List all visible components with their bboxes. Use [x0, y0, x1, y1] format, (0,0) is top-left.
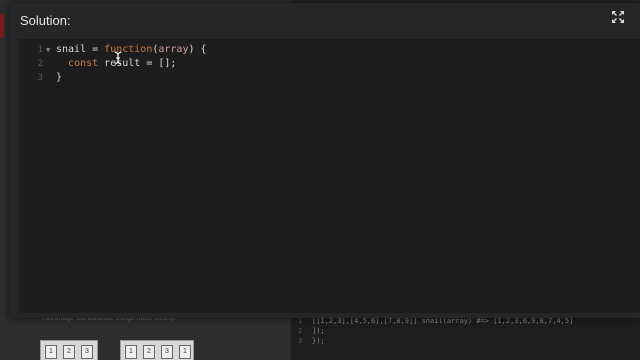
- code-token-param: array: [158, 44, 189, 55]
- code-text: [[1,2,3],[4,5,6],[7,8,9]] snail(array) #…: [312, 317, 574, 325]
- code-text: });: [312, 337, 325, 345]
- diagram-cell: 2: [63, 345, 75, 360]
- line-number: 3: [298, 337, 303, 345]
- solution-modal: Solution: 1 ▼ snail = function(array) { 2 c…: [9, 3, 640, 318]
- background-diagram-a: 123: [40, 340, 98, 360]
- code-line[interactable]: 3}: [19, 71, 640, 85]
- code-token-plain: }: [56, 72, 63, 83]
- diagram-cell: 3: [81, 345, 93, 360]
- code-text: }: [56, 71, 62, 85]
- diagram-cell: 1: [179, 345, 191, 360]
- expand-arrows-icon[interactable]: [611, 10, 625, 24]
- background-diagram-b: 1231: [120, 340, 194, 360]
- code-token-plain: ) {: [188, 44, 207, 55]
- code-token-kw: const: [68, 58, 99, 69]
- text-cursor-icon: [113, 51, 123, 65]
- fold-arrow-icon[interactable]: ▼: [46, 43, 50, 57]
- line-number: 2: [37, 59, 43, 69]
- code-token-plain: result = [];: [98, 58, 177, 69]
- line-number: 1: [298, 317, 303, 325]
- diagram-cell: 1: [45, 345, 57, 360]
- line-number: 1: [37, 45, 43, 55]
- diagram-cell: 1: [125, 345, 137, 360]
- diagram-cell: 2: [143, 345, 155, 360]
- diagram-cell: 3: [161, 345, 173, 360]
- line-number: 2: [298, 327, 303, 335]
- code-token-kw: function: [104, 44, 153, 55]
- background-test-code: 1 [[1,2,3],[4,5,6],[7,8,9]] snail(array)…: [292, 316, 640, 360]
- code-text: ]);: [312, 327, 325, 335]
- background-accent-mark: [0, 14, 4, 38]
- code-text: snail = function(array) {: [56, 43, 207, 57]
- code-editor[interactable]: 1 ▼ snail = function(array) { 2 const resul…: [19, 39, 640, 313]
- code-token-plain: snail =: [56, 44, 105, 55]
- modal-title: Solution:: [20, 13, 71, 28]
- line-number: 3: [37, 73, 43, 83]
